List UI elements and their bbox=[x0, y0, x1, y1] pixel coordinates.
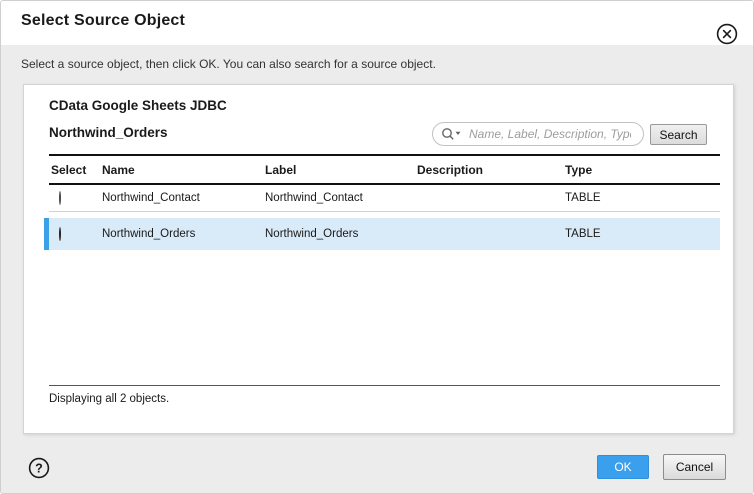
table-status-text: Displaying all 2 objects. bbox=[49, 385, 720, 405]
row-select-cell bbox=[49, 192, 102, 204]
table-row-northwind-orders[interactable]: Northwind_Orders Northwind_Orders TABLE bbox=[44, 218, 720, 250]
dialog-title-bar: Select Source Object bbox=[1, 1, 753, 45]
search-box[interactable] bbox=[432, 122, 644, 146]
column-header-name: Name bbox=[102, 163, 265, 177]
svg-text:?: ? bbox=[35, 461, 43, 475]
column-header-type: Type bbox=[565, 163, 720, 177]
dialog-title: Select Source Object bbox=[21, 12, 185, 30]
search-icon[interactable] bbox=[441, 127, 463, 141]
select-source-object-dialog: Select Source Object Select a source obj… bbox=[0, 0, 754, 494]
source-object-panel: CData Google Sheets JDBC Northwind_Order… bbox=[23, 84, 734, 434]
row-name-cell: Northwind_Contact bbox=[102, 192, 265, 204]
dialog-instructions: Select a source object, then click OK. Y… bbox=[21, 57, 436, 71]
connection-name: CData Google Sheets JDBC bbox=[49, 98, 227, 113]
column-header-label: Label bbox=[265, 163, 417, 177]
selected-row-indicator-bar bbox=[44, 218, 49, 250]
search-button[interactable]: Search bbox=[650, 124, 707, 145]
close-button[interactable] bbox=[716, 23, 738, 45]
help-button[interactable]: ? bbox=[28, 457, 50, 479]
row-name-cell: Northwind_Orders bbox=[102, 228, 265, 240]
column-header-select: Select bbox=[49, 163, 102, 177]
row-label-cell: Northwind_Orders bbox=[265, 228, 417, 240]
row-label-cell: Northwind_Contact bbox=[265, 192, 417, 204]
table-header-row: Select Name Label Description Type bbox=[49, 154, 720, 185]
search-input[interactable] bbox=[467, 126, 633, 142]
selected-object-name: Northwind_Orders bbox=[49, 125, 168, 140]
row-type-cell: TABLE bbox=[565, 192, 720, 204]
cancel-button[interactable]: Cancel bbox=[663, 454, 726, 480]
radio-button[interactable] bbox=[59, 227, 61, 241]
close-icon bbox=[716, 33, 738, 48]
help-icon: ? bbox=[28, 467, 50, 482]
table-row-northwind-contact[interactable]: Northwind_Contact Northwind_Contact TABL… bbox=[49, 185, 720, 212]
row-select-cell bbox=[49, 228, 102, 240]
column-header-description: Description bbox=[417, 163, 565, 177]
radio-button[interactable] bbox=[59, 191, 61, 205]
row-type-cell: TABLE bbox=[565, 228, 720, 240]
ok-button[interactable]: OK bbox=[597, 455, 649, 479]
